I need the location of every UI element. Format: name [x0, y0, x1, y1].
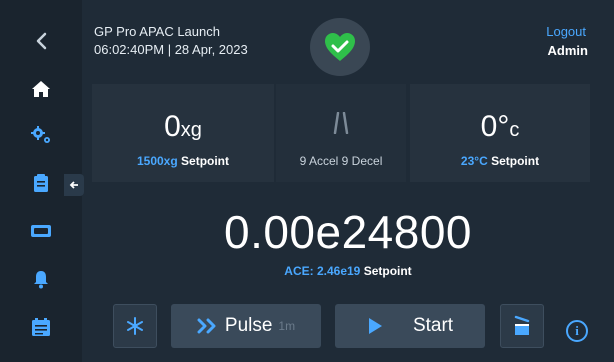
- start-button[interactable]: Start: [335, 304, 485, 348]
- back-button[interactable]: [18, 24, 64, 58]
- home-icon: [32, 81, 50, 97]
- app-screen: GP Pro APAC Launch 06:02:40PM | 28 Apr, …: [0, 0, 614, 362]
- user-name: Admin: [547, 43, 588, 58]
- info-button[interactable]: i: [566, 320, 588, 342]
- sidebar-collapse-toggle[interactable]: [64, 174, 84, 196]
- back-chevron-icon: [36, 32, 47, 50]
- temperature-setpoint-value: 23°C: [460, 154, 488, 168]
- snowflake-icon: [127, 317, 143, 335]
- temperature-setpoint-label: Setpoint: [491, 154, 540, 168]
- ace-setpoint-label: Setpoint: [363, 264, 412, 278]
- play-icon: [368, 318, 382, 334]
- ace-setpoint-value: ACE: 2.46e19: [284, 264, 361, 278]
- temperature-setpoint: 23°C Setpoint: [410, 154, 590, 168]
- temperature-panel[interactable]: 0°c 23°C Setpoint: [410, 84, 590, 182]
- programs-icon: [32, 318, 50, 336]
- pulse-button[interactable]: Pulse 1m: [171, 304, 321, 348]
- sidebar-item-programs[interactable]: [18, 310, 64, 344]
- lid-open-button[interactable]: [500, 304, 544, 348]
- run-title: GP Pro APAC Launch: [94, 24, 220, 39]
- temperature-degree: °: [497, 110, 510, 143]
- accel-panel[interactable]: 9 Accel 9 Decel: [276, 84, 406, 182]
- pulse-label: Pulse: [224, 315, 273, 336]
- temperature-value: 0: [480, 110, 498, 143]
- info-icon: i: [575, 323, 579, 338]
- status-indicator[interactable]: [310, 18, 370, 76]
- speed-readout: 0xg: [92, 110, 274, 144]
- speed-unit: xg: [180, 119, 202, 141]
- temperature-readout: 0°c: [410, 110, 590, 144]
- accel-decel-values: 9 Accel 9 Decel: [276, 154, 406, 168]
- sidebar-item-log[interactable]: [18, 166, 64, 200]
- sidebar-item-home[interactable]: [18, 72, 64, 106]
- double-chevron-right-icon: [197, 318, 216, 334]
- speed-setpoint-value: 1500xg: [136, 154, 178, 168]
- ace-readout[interactable]: 0.00e24800: [0, 205, 614, 259]
- accel-value: 9 Accel: [299, 154, 339, 168]
- arrow-left-icon: [69, 181, 78, 189]
- ace-setpoint: ACE: 2.46e19 Setpoint: [0, 264, 614, 278]
- sidebar-item-settings[interactable]: [18, 118, 64, 152]
- pulse-time: 1m: [278, 319, 296, 333]
- decel-value: 9 Decel: [341, 154, 383, 168]
- settings-gears-icon: [31, 126, 50, 143]
- fast-cool-button[interactable]: [113, 304, 157, 348]
- speed-setpoint-label: Setpoint: [181, 154, 230, 168]
- heart-check-icon: [325, 33, 355, 61]
- lid-open-icon: [514, 315, 530, 335]
- speed-setpoint: 1500xg Setpoint: [92, 154, 274, 168]
- road-icon: [333, 112, 349, 134]
- clipboard-icon: [34, 174, 48, 192]
- temperature-unit: c: [509, 119, 520, 141]
- sidebar: [0, 0, 84, 362]
- start-label: Start: [412, 315, 454, 336]
- speed-panel[interactable]: 0xg 1500xg Setpoint: [92, 84, 274, 182]
- logout-link[interactable]: Logout: [546, 24, 586, 39]
- date-time: 06:02:40PM | 28 Apr, 2023: [94, 42, 248, 57]
- speed-value: 0: [164, 110, 181, 143]
